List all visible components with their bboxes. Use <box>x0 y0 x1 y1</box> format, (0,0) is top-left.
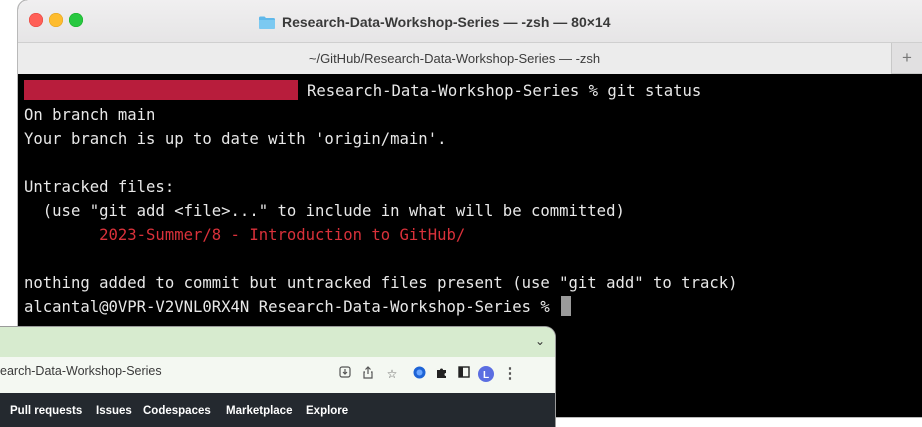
zoom-window-button[interactable] <box>69 13 83 27</box>
puzzle-icon[interactable] <box>433 366 449 382</box>
menu-icon[interactable]: ⋮ <box>502 366 518 382</box>
share-icon[interactable] <box>360 366 376 382</box>
prompt-text: alcantal@0VPR-V2VNL0RX4N Research-Data-W… <box>24 298 560 316</box>
output-nothing-added: nothing added to commit but untracked fi… <box>24 274 738 292</box>
browser-tab-strip: ⌄ <box>0 327 555 357</box>
nav-issues[interactable]: Issues <box>96 405 132 417</box>
output-hint: (use "git add <file>..." to include in w… <box>24 202 625 220</box>
window-title: Research-Data-Workshop-Series — -zsh — 8… <box>258 0 610 42</box>
address-bar[interactable]: earch-Data-Workshop-Series <box>0 364 162 378</box>
prompt-command: Research-Data-Workshop-Series % git stat… <box>307 82 702 100</box>
window-title-text: Research-Data-Workshop-Series — -zsh — 8… <box>282 14 611 30</box>
tab-bar: ~/GitHub/Research-Data-Workshop-Series —… <box>18 42 922 74</box>
nav-codespaces[interactable]: Codespaces <box>143 405 211 417</box>
prompt-line: Research-Data-Workshop-Series % git stat… <box>24 79 701 103</box>
redacted-username <box>24 80 298 100</box>
profile-letter: L <box>483 370 489 381</box>
new-tab-button[interactable]: + <box>892 43 922 74</box>
untracked-file: 2023-Summer/8 - Introduction to GitHub/ <box>24 226 466 244</box>
profile-icon[interactable]: L <box>478 366 494 382</box>
tab-search-chevron-icon[interactable]: ⌄ <box>535 334 545 348</box>
sidebar-icon[interactable] <box>456 366 472 382</box>
browser-toolbar: earch-Data-Workshop-Series ☆ L ⋮ <box>0 357 555 394</box>
terminal-tab[interactable]: ~/GitHub/Research-Data-Workshop-Series —… <box>18 43 892 74</box>
install-icon[interactable] <box>337 366 353 382</box>
output-uptodate: Your branch is up to date with 'origin/m… <box>24 130 447 148</box>
terminal-tab-label: ~/GitHub/Research-Data-Workshop-Series —… <box>308 51 601 66</box>
prompt-line-2: alcantal@0VPR-V2VNL0RX4N Research-Data-W… <box>24 295 572 319</box>
text-cursor <box>561 296 572 316</box>
bookmark-star-icon[interactable]: ☆ <box>384 366 400 382</box>
nav-pull-requests[interactable]: Pull requests <box>10 405 82 417</box>
github-header: Pull requests Issues Codespaces Marketpl… <box>0 393 555 427</box>
browser-window[interactable]: ⌄ earch-Data-Workshop-Series ☆ L ⋮ Pull … <box>0 327 555 427</box>
output-untracked-header: Untracked files: <box>24 178 175 196</box>
nav-marketplace[interactable]: Marketplace <box>226 405 292 417</box>
nav-explore[interactable]: Explore <box>306 405 348 417</box>
title-bar[interactable]: Research-Data-Workshop-Series — -zsh — 8… <box>18 0 922 42</box>
close-window-button[interactable] <box>29 13 43 27</box>
folder-icon <box>258 3 276 47</box>
output-branch: On branch main <box>24 106 156 124</box>
extension-blue-icon[interactable] <box>411 366 427 382</box>
minimize-window-button[interactable] <box>49 13 63 27</box>
